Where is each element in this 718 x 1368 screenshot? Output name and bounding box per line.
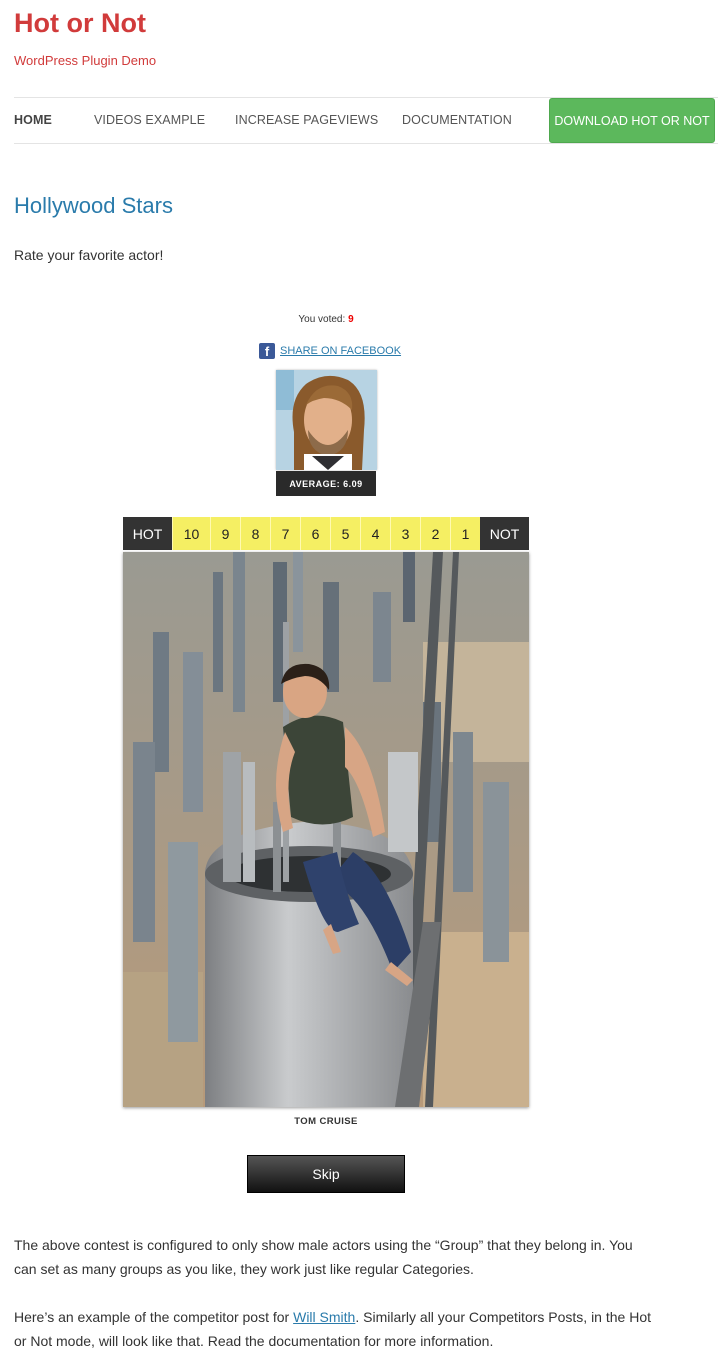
facebook-icon: f [259, 342, 275, 359]
rating-bar: HOT 10 9 8 7 6 5 4 3 2 1 NOT [123, 517, 529, 550]
nav-item-videos-example[interactable]: VIDEOS EXAMPLE [94, 113, 205, 127]
competitor-description: Here’s an example of the competitor post… [14, 1305, 654, 1353]
rate-1-button[interactable]: 1 [450, 517, 480, 550]
nav-item-documentation[interactable]: DOCUMENTATION [402, 113, 512, 127]
contest-description: The above contest is configured to only … [14, 1237, 633, 1277]
rating-hot-label: HOT [123, 517, 172, 550]
rate-10-button[interactable]: 10 [172, 517, 210, 550]
skip-button[interactable]: Skip [247, 1155, 405, 1193]
rate-7-button[interactable]: 7 [270, 517, 300, 550]
site-title[interactable]: Hot or Not [14, 8, 146, 39]
current-actor-photo [123, 552, 529, 1107]
previous-actor-photo [276, 370, 377, 470]
share-facebook-link[interactable]: f SHARE ON FACEBOOK [259, 342, 401, 359]
rate-6-button[interactable]: 6 [300, 517, 330, 550]
you-voted-value: 9 [348, 314, 354, 325]
rate-2-button[interactable]: 2 [420, 517, 450, 550]
will-smith-link[interactable]: Will Smith [293, 1309, 355, 1325]
rate-3-button[interactable]: 3 [390, 517, 420, 550]
nav-item-home[interactable]: HOME [14, 113, 52, 127]
you-voted: You voted: 9 [0, 314, 652, 325]
you-voted-label: You voted: [298, 314, 346, 325]
main-nav: HOME VIDEOS EXAMPLE INCREASE PAGEVIEWS D… [14, 97, 718, 144]
rate-9-button[interactable]: 9 [210, 517, 240, 550]
share-facebook-label[interactable]: SHARE ON FACEBOOK [280, 345, 401, 357]
download-button[interactable]: DOWNLOAD HOT OR NOT [549, 98, 715, 143]
competitor-description-before: Here’s an example of the competitor post… [14, 1309, 294, 1325]
site-description: WordPress Plugin Demo [14, 53, 157, 68]
rate-4-button[interactable]: 4 [360, 517, 390, 550]
rating-not-label: NOT [480, 517, 529, 550]
rate-8-button[interactable]: 8 [240, 517, 270, 550]
rate-5-button[interactable]: 5 [330, 517, 360, 550]
average-score: AVERAGE: 6.09 [276, 471, 376, 496]
page-intro: Rate your favorite actor! [14, 247, 164, 263]
nav-item-increase-pageviews[interactable]: INCREASE PAGEVIEWS [235, 113, 378, 127]
current-actor-name: TOM CRUISE [294, 1116, 358, 1127]
page-title: Hollywood Stars [14, 193, 173, 218]
